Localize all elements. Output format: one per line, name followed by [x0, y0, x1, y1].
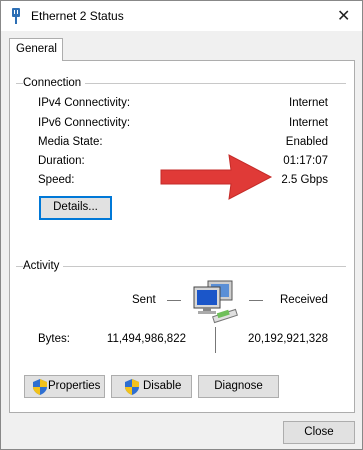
bytes-sent-value: 11,494,986,822: [106, 333, 186, 345]
ipv4-connectivity-label: IPv4 Connectivity:: [38, 97, 131, 109]
disable-button-label: Disable: [143, 380, 182, 392]
speed-value: 2.5 Gbps: [281, 174, 328, 186]
uac-shield-icon: [33, 379, 47, 395]
received-label: Received: [280, 294, 328, 306]
details-button[interactable]: Details...: [39, 196, 112, 220]
media-state-label: Media State:: [38, 136, 103, 148]
activity-divider: [16, 266, 346, 267]
ipv4-connectivity-value: Internet: [289, 97, 328, 109]
received-dash: [249, 300, 263, 301]
network-computers-icon: [193, 280, 238, 324]
uac-shield-icon: [125, 379, 139, 395]
network-adapter-icon: [12, 8, 20, 24]
ipv6-connectivity-value: Internet: [289, 117, 328, 129]
media-state-value: Enabled: [285, 136, 328, 148]
window-title: Ethernet 2 Status: [31, 9, 124, 23]
status-window: Ethernet 2 Status ✕ General Connection I…: [0, 0, 363, 450]
sent-label: Sent: [132, 294, 156, 306]
tab-general-label: General: [16, 43, 57, 55]
properties-button[interactable]: Properties: [24, 375, 105, 398]
duration-label: Duration:: [38, 155, 85, 167]
tab-general[interactable]: General: [9, 38, 63, 61]
details-button-label: Details...: [53, 201, 98, 213]
activity-section-label: Activity: [23, 260, 64, 272]
title-bar: Ethernet 2 Status ✕: [1, 1, 362, 31]
close-button[interactable]: Close: [283, 421, 355, 444]
connection-section-label: Connection: [23, 77, 86, 89]
diagnose-button-label: Diagnose: [214, 380, 263, 392]
close-window-icon[interactable]: ✕: [337, 6, 350, 26]
bytes-label: Bytes:: [38, 333, 70, 345]
ipv6-connectivity-label: IPv6 Connectivity:: [38, 117, 131, 129]
disable-button[interactable]: Disable: [111, 375, 192, 398]
duration-value: 01:17:07: [283, 155, 328, 167]
diagnose-button[interactable]: Diagnose: [198, 375, 279, 398]
red-arrow-annotation: [160, 154, 273, 200]
properties-button-label: Properties: [48, 380, 101, 392]
bytes-received-value: 20,192,921,328: [248, 333, 328, 345]
bytes-separator: [215, 327, 216, 353]
close-button-label: Close: [304, 426, 334, 438]
speed-label: Speed:: [38, 174, 75, 186]
general-panel: Connection IPv4 Connectivity: Internet I…: [9, 60, 355, 413]
sent-dash: [167, 300, 181, 301]
